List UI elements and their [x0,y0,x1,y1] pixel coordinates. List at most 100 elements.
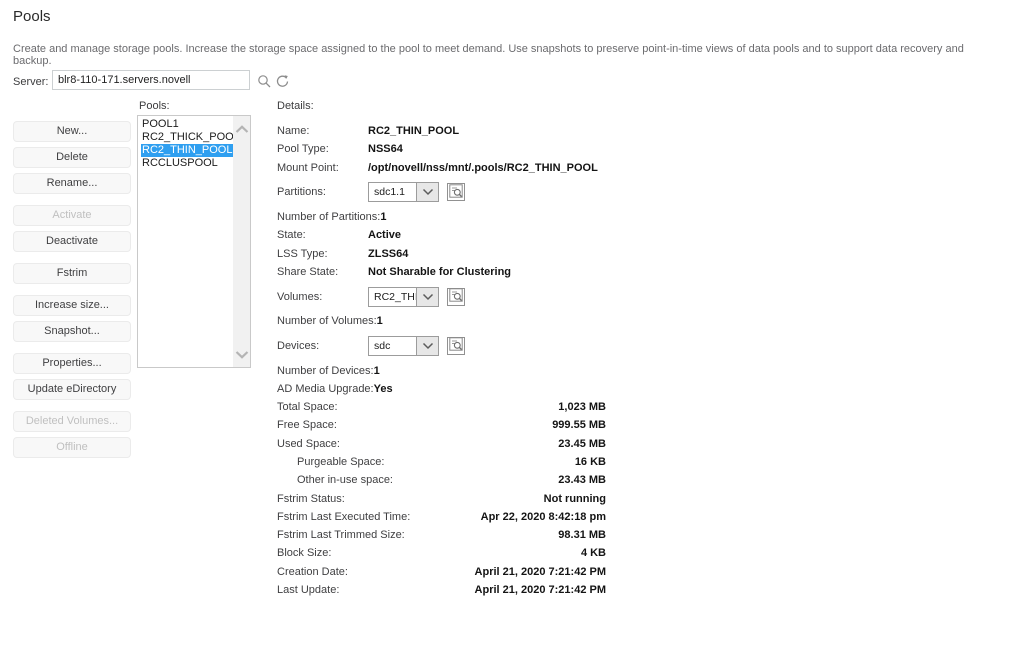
detail-value-name: RC2_THIN_POOL [368,125,459,137]
detail-row-pool-type: Pool Type:NSS64 [277,140,606,158]
pools-listbox[interactable]: POOL1RC2_THICK_POOLRC2_THIN_POOLRCCLUSPO… [137,115,251,368]
partitions-selected-value: sdc1.1 [369,183,416,201]
partitions-select[interactable]: sdc1.1 [368,182,439,202]
volumes-browse-button[interactable] [447,288,465,306]
detail-row-volumes: Volumes:RC2_THI [277,281,606,312]
server-label: Server: [13,76,48,88]
magnifier-box-icon [449,337,463,354]
scroll-up-icon[interactable] [233,121,250,137]
chevron-down-icon[interactable] [416,288,438,306]
detail-label-other-in-use-space: Other in-use space: [277,474,393,486]
detail-value-fstrim-last-executed-time: Apr 22, 2020 8:42:18 pm [481,511,606,523]
detail-row-purgeable-space: Purgeable Space: 16 KB [277,453,606,471]
action-button-fstrim[interactable]: Fstrim [13,263,131,284]
refresh-icon[interactable] [274,73,290,89]
pools-page: Pools Create and manage storage pools. I… [0,0,1009,651]
details-panel: Details: Name:RC2_THIN_POOL Pool Type:NSS… [277,100,606,599]
partitions-browse-button[interactable] [447,183,465,201]
detail-value-fstrim-last-trimmed-size: 98.31 MB [558,529,606,541]
magnifier-box-icon [449,184,463,201]
action-buttons: New...DeleteRename...ActivateDeactivateF… [13,121,131,463]
detail-label-number-of-devices: Number of Devices: [277,365,374,377]
action-button-deactivate[interactable]: Deactivate [13,231,131,252]
devices-select[interactable]: sdc [368,336,439,356]
detail-label-number-of-partitions: Number of Partitions: [277,211,380,223]
devices-browse-button[interactable] [447,337,465,355]
detail-value-creation-date: April 21, 2020 7:21:42 PM [475,566,606,578]
detail-row-number-of-devices: Number of Devices:1 [277,361,606,379]
detail-value-number-of-devices: 1 [374,365,380,377]
pool-list-item-rccluspool[interactable]: RCCLUSPOOL [141,157,233,170]
detail-label-name: Name: [277,125,368,137]
pools-list-scrollbar[interactable] [233,116,250,367]
search-icon[interactable] [256,73,272,89]
detail-value-pool-type: NSS64 [368,143,403,155]
volumes-select[interactable]: RC2_THI [368,287,439,307]
detail-label-purgeable-space: Purgeable Space: [277,456,384,468]
pools-list-label: Pools: [139,100,170,112]
page-title: Pools [13,8,51,25]
detail-value-state: Active [368,229,401,241]
action-button-deleted-volumes: Deleted Volumes... [13,411,131,432]
detail-label-used-space: Used Space: [277,438,368,450]
chevron-down-icon[interactable] [416,183,438,201]
detail-label-mount-point: Mount Point: [277,162,368,174]
detail-row-other-in-use-space: Other in-use space: 23.43 MB [277,471,606,489]
scroll-down-icon[interactable] [233,346,250,362]
detail-value-purgeable-space: 16 KB [575,456,606,468]
detail-label-total-space: Total Space: [277,401,368,413]
server-input[interactable] [52,70,250,90]
details-header: Details: [277,100,606,113]
partitions-controls: sdc1.1 [368,182,465,202]
detail-label-fstrim-last-trimmed-size: Fstrim Last Trimmed Size: [277,529,405,541]
detail-label-number-of-volumes: Number of Volumes: [277,315,377,327]
detail-row-last-update: Last Update:April 21, 2020 7:21:42 PM [277,581,606,599]
action-button-increase-size[interactable]: Increase size... [13,295,131,316]
detail-label-lss-type: LSS Type: [277,248,368,260]
pool-list-item-rc2-thick-pool[interactable]: RC2_THICK_POOL [141,131,233,144]
detail-value-ad-media-upgrade: Yes [374,383,393,395]
action-button-snapshot[interactable]: Snapshot... [13,321,131,342]
pool-list-item-rc2-thin-pool[interactable]: RC2_THIN_POOL [141,144,233,157]
detail-label-fstrim-status: Fstrim Status: [277,493,368,505]
magnifier-box-icon [449,288,463,305]
pools-list-items: POOL1RC2_THICK_POOLRC2_THIN_POOLRCCLUSPO… [138,116,233,367]
action-button-rename[interactable]: Rename... [13,173,131,194]
page-description: Create and manage storage pools. Increas… [13,43,1001,67]
detail-row-free-space: Free Space: 999.55 MB [277,416,606,434]
action-button-delete[interactable]: Delete [13,147,131,168]
detail-value-number-of-partitions: 1 [380,211,386,223]
detail-value-share-state: Not Sharable for Clustering [368,266,511,278]
action-button-properties[interactable]: Properties... [13,353,131,374]
chevron-down-icon[interactable] [416,337,438,355]
detail-label-creation-date: Creation Date: [277,566,368,578]
detail-row-creation-date: Creation Date: April 21, 2020 7:21:42 PM [277,563,606,581]
detail-row-ad-media-upgrade: AD Media Upgrade:Yes [277,380,606,398]
detail-value-other-in-use-space: 23.43 MB [558,474,606,486]
detail-label-block-size: Block Size: [277,547,368,559]
detail-row-fstrim-last-trimmed-size: Fstrim Last Trimmed Size: 98.31 MB [277,526,606,544]
detail-value-used-space: 23.45 MB [558,438,606,450]
detail-value-free-space: 999.55 MB [552,419,606,431]
detail-label-state: State: [277,229,368,241]
detail-row-mount-point: Mount Point:/opt/novell/nss/mnt/.pools/R… [277,159,606,177]
detail-value-mount-point: /opt/novell/nss/mnt/.pools/RC2_THIN_POOL [368,162,598,174]
detail-row-number-of-volumes: Number of Volumes:1 [277,312,606,330]
detail-row-devices: Devices:sdc [277,330,606,361]
detail-label-partitions: Partitions: [277,186,368,198]
pool-list-item-pool1[interactable]: POOL1 [141,118,233,131]
detail-label-free-space: Free Space: [277,419,368,431]
detail-value-block-size: 4 KB [581,547,606,559]
action-button-new[interactable]: New... [13,121,131,142]
details-rows: Name:RC2_THIN_POOLPool Type:NSS64Mount P… [277,122,606,599]
detail-row-used-space: Used Space: 23.45 MB [277,435,606,453]
detail-value-number-of-volumes: 1 [377,315,383,327]
detail-row-partitions: Partitions:sdc1.1 [277,177,606,208]
action-button-update-edirectory[interactable]: Update eDirectory [13,379,131,400]
detail-label-last-update: Last Update: [277,584,368,596]
detail-label-share-state: Share State: [277,266,368,278]
devices-controls: sdc [368,336,465,356]
action-button-offline: Offline [13,437,131,458]
devices-selected-value: sdc [369,337,416,355]
detail-row-fstrim-last-executed-time: Fstrim Last Executed Time:Apr 22, 2020 8… [277,508,606,526]
